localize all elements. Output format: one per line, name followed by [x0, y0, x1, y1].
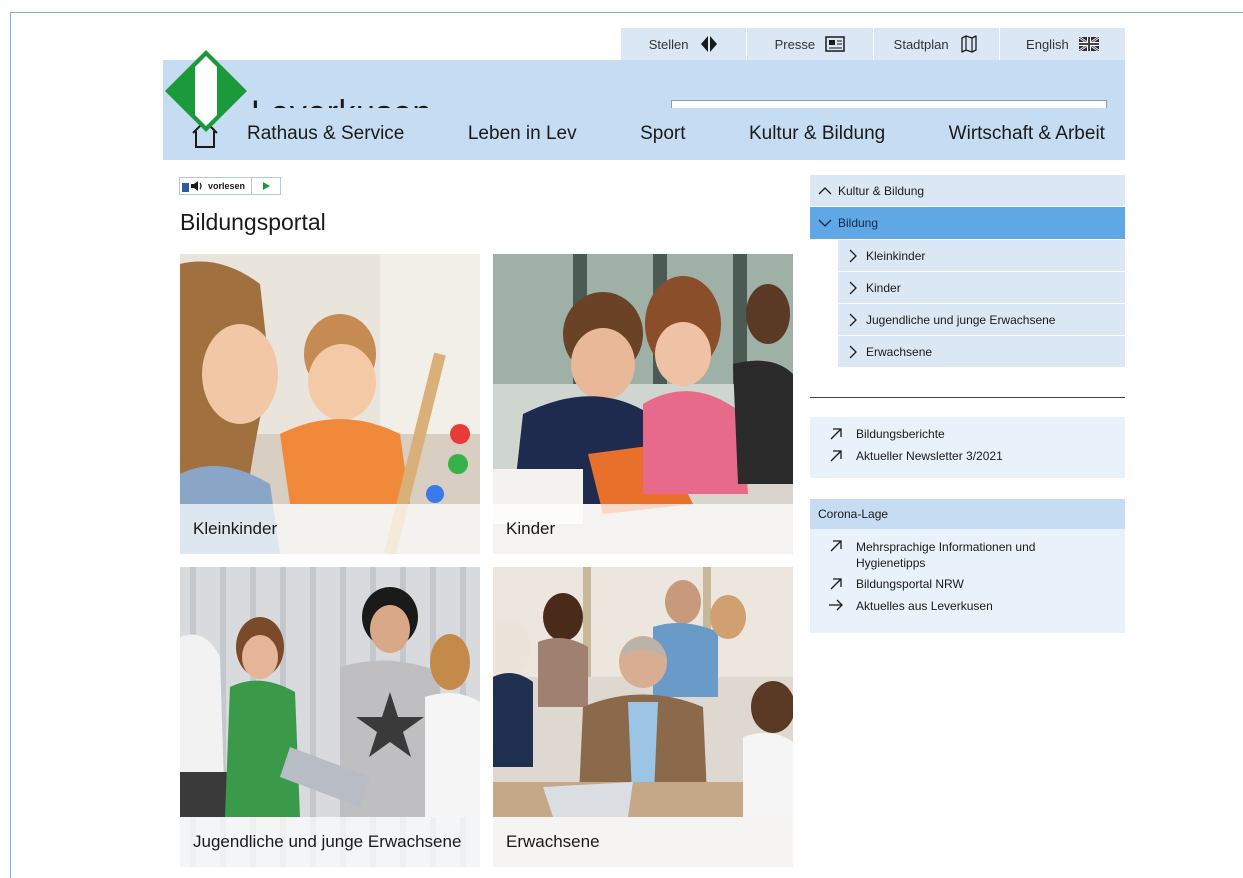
newspaper-icon	[825, 36, 845, 52]
chevron-up-icon	[818, 186, 832, 194]
links-box: Bildungsberichte Aktueller Newsletter 3/…	[810, 417, 1125, 478]
link-label: Mehrsprachige Informationen und Hygienet…	[856, 540, 1036, 570]
frame-border-top	[10, 12, 1243, 13]
tile-label-kleinkinder: Kleinkinder	[180, 504, 480, 554]
sidebar-item-kleinkinder[interactable]: Kleinkinder	[838, 239, 1125, 271]
external-link-arrow-icon	[830, 428, 842, 440]
link-aktuelles-aus-leverkusen[interactable]: Aktuelles aus Leverkusen	[810, 599, 1125, 621]
utility-presse-label: Presse	[774, 36, 816, 52]
tile-kinder[interactable]: Kinder	[493, 254, 793, 554]
utility-english-label: English	[1026, 36, 1069, 52]
utility-stadtplan-label: Stadtplan	[893, 36, 949, 52]
utility-bar: Stellen Presse Stadtplan English	[621, 28, 1125, 60]
sidebar-item-label: Erwachsene	[866, 344, 933, 359]
external-link-arrow-icon	[830, 578, 842, 590]
corona-heading: Corona-Lage	[810, 499, 1125, 529]
chevron-right-icon	[849, 313, 857, 326]
speaker-icon	[182, 181, 202, 192]
sidebar-active-label: Bildung	[838, 216, 879, 230]
readaloud-widget: vorlesen	[179, 177, 282, 195]
link-bildungsberichte[interactable]: Bildungsberichte	[810, 427, 1125, 449]
utility-english-link[interactable]: English	[998, 28, 1125, 60]
link-label: Aktueller Newsletter 3/2021	[856, 449, 1003, 463]
tile-kleinkinder[interactable]: Kleinkinder	[180, 254, 480, 554]
nav-item-leben-in-lev[interactable]: Leben in Lev	[468, 123, 577, 145]
external-link-arrow-icon	[830, 450, 842, 462]
page-title: Bildungsportal	[180, 209, 326, 235]
sidebar-item-erwachsene[interactable]: Erwachsene	[838, 335, 1125, 367]
nav-item-wirtschaft-arbeit[interactable]: Wirtschaft & Arbeit	[949, 123, 1105, 145]
corona-box: Corona-Lage Mehrsprachige Informationen …	[810, 499, 1125, 633]
play-icon	[263, 182, 271, 190]
sidebar-parent-kultur-bildung[interactable]: Kultur & Bildung	[810, 175, 1125, 207]
nav-items: Rathaus & Service Leben in Lev Sport Kul…	[247, 123, 1125, 145]
tile-label-jugendliche: Jugendliche und junge Erwachsene	[180, 817, 480, 867]
chevron-right-icon	[849, 281, 857, 294]
sidebar-parent-label: Kultur & Bildung	[838, 183, 925, 198]
sidebar-item-label: Kinder	[866, 280, 901, 295]
tile-erwachsene[interactable]: Erwachsene	[493, 567, 793, 867]
link-label: Bildungsberichte	[856, 427, 945, 441]
main-nav: Rathaus & Service Leben in Lev Sport Kul…	[163, 108, 1125, 160]
utility-stellen-link[interactable]: Stellen	[621, 28, 746, 60]
link-mehrsprachige-informationen[interactable]: Mehrsprachige Informationen und Hygienet…	[810, 539, 1125, 577]
map-icon	[959, 35, 979, 53]
leverkusen-logo[interactable]	[163, 48, 249, 134]
link-label: Bildungsportal NRW	[856, 577, 964, 591]
nav-item-sport[interactable]: Sport	[640, 123, 685, 145]
site-header: Stellen Presse Stadtplan English Rathaus…	[163, 28, 1125, 160]
sidebar-divider	[810, 397, 1125, 398]
link-newsletter[interactable]: Aktueller Newsletter 3/2021	[810, 449, 1125, 471]
chevron-right-icon	[849, 249, 857, 262]
nav-item-rathaus-service[interactable]: Rathaus & Service	[247, 123, 404, 145]
sidebar-item-jugendliche[interactable]: Jugendliche und junge Erwachsene	[838, 303, 1125, 335]
tile-label-erwachsene: Erwachsene	[493, 817, 793, 867]
readaloud-label: vorlesen	[208, 181, 246, 191]
link-label: Aktuelles aus Leverkusen	[856, 599, 993, 613]
sidebar-nav: Kultur & Bildung Bildung Kleinkinder Kin…	[810, 175, 1125, 367]
frame-border-left	[10, 12, 11, 878]
brand-band: Leverkusen	[163, 50, 1125, 139]
sidebar-item-bildung[interactable]: Bildung	[810, 207, 1125, 239]
nav-item-kultur-bildung[interactable]: Kultur & Bildung	[749, 123, 885, 145]
uk-flag-icon	[1078, 36, 1099, 52]
tile-jugendliche[interactable]: Jugendliche und junge Erwachsene	[180, 567, 480, 867]
utility-stellen-label: Stellen	[648, 36, 689, 52]
sidebar-item-kinder[interactable]: Kinder	[838, 271, 1125, 303]
arrow-right-icon	[829, 599, 843, 611]
sidebar-item-label: Kleinkinder	[866, 248, 926, 263]
link-bildungsportal-nrw[interactable]: Bildungsportal NRW	[810, 577, 1125, 599]
chevron-down-icon	[818, 219, 832, 227]
utility-stadtplan-link[interactable]: Stadtplan	[872, 28, 999, 60]
sidebar-item-label: Jugendliche und junge Erwachsene	[866, 312, 1056, 327]
readaloud-button[interactable]: vorlesen	[180, 178, 253, 194]
tile-label-kinder: Kinder	[493, 504, 793, 554]
chevron-right-icon	[849, 345, 857, 358]
readaloud-play-button[interactable]	[252, 178, 280, 194]
diamond-arrows-icon	[699, 36, 719, 52]
external-link-arrow-icon	[830, 540, 842, 552]
utility-presse-link[interactable]: Presse	[746, 28, 872, 60]
